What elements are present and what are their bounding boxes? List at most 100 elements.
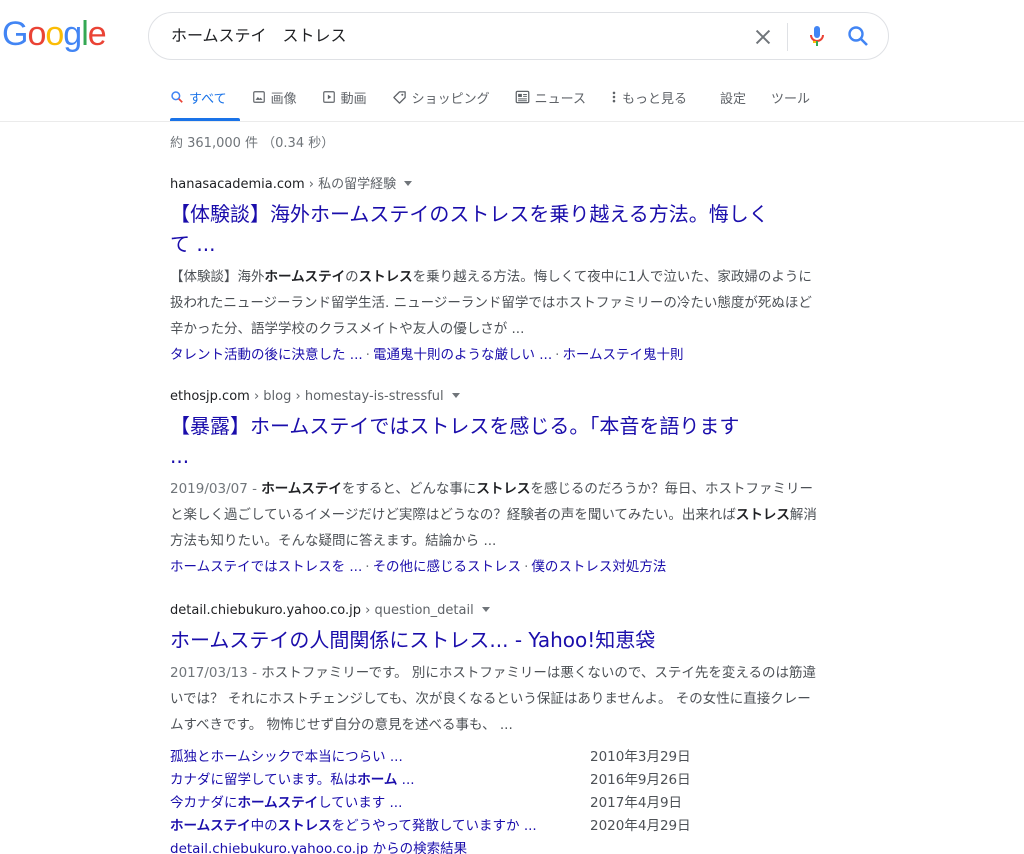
question-row: 今カナダにホームステイしています ... 2017年4月9日 <box>170 792 820 815</box>
result-sitelinks: タレント活動の後に決意した ... · 電通鬼十則のような厳しい ... · ホームステ… <box>170 344 820 366</box>
result-url[interactable]: hanasacademia.com › 私の留学経験 <box>170 176 820 194</box>
highlighted-term: ストレス <box>277 818 332 834</box>
highlighted-term: ストレス <box>358 269 413 285</box>
snippet-text: 今カナダに <box>170 795 238 811</box>
tab-tools[interactable]: ツール <box>771 84 810 110</box>
more-vert-icon <box>612 91 616 103</box>
divider <box>787 23 788 51</box>
question-link[interactable]: 今カナダにホームステイしています ... <box>170 792 590 815</box>
separator: · <box>555 347 560 363</box>
snippet-text: しています ... <box>318 795 403 811</box>
result-title[interactable]: 【体験談】海外ホームステイのストレスを乗り越える方法。悔しく て ... <box>170 199 820 259</box>
question-row: カナダに留学しています。私はホーム ... 2016年9月26日 <box>170 769 820 792</box>
tab-settings[interactable]: 設定 <box>720 84 746 110</box>
search-result: detail.chiebukuro.yahoo.co.jp › question… <box>170 602 820 854</box>
question-date: 2020年4月29日 <box>590 818 691 834</box>
tab-images[interactable]: 画像 <box>252 84 297 110</box>
tab-label: 動画 <box>340 91 367 107</box>
result-title-line: 【体験談】海外ホームステイのストレスを乗り越える方法。悔しく <box>170 202 769 226</box>
tag-icon <box>392 90 406 104</box>
result-title-line: ホームステイの人間関係にストレス... - Yahoo!知恵袋 <box>170 628 656 652</box>
highlighted-term: ホームステイ <box>170 818 251 834</box>
logo-letter: o <box>45 15 64 53</box>
sitelink[interactable]: タレント活動の後に決意した ... <box>170 347 363 363</box>
dropdown-arrow-icon[interactable] <box>404 181 413 186</box>
result-title-line: ... <box>170 444 190 468</box>
tab-videos[interactable]: 動画 <box>322 84 367 110</box>
tab-news[interactable]: ニュース <box>515 84 586 110</box>
search-icon <box>171 91 183 103</box>
snippet-text: 孤独とホームシックで本当につらい ... <box>170 749 403 765</box>
result-title[interactable]: ホームステイの人間関係にストレス... - Yahoo!知恵袋 <box>170 625 820 655</box>
sitelink[interactable]: 僕のストレス対処方法 <box>531 559 666 575</box>
result-title[interactable]: 【暴露】ホームステイではストレスを感じる。「本音を語ります ... <box>170 411 820 471</box>
question-date: 2010年3月29日 <box>590 749 691 765</box>
result-url[interactable]: detail.chiebukuro.yahoo.co.jp › question… <box>170 602 820 620</box>
tab-label: 設定 <box>720 91 747 107</box>
header-divider <box>0 121 1024 122</box>
logo-letter: o <box>27 15 46 53</box>
tab-label: ツール <box>771 91 811 107</box>
result-title-line: て ... <box>170 232 216 256</box>
result-snippet: 【体験談】海外ホームステイのストレスを乗り越える方法。悔しくて夜中に1人で泣いた… <box>170 264 820 342</box>
result-snippet: 2019/03/07 - ホームステイをすると、どんな事にストレスを感じるのだろ… <box>170 476 820 554</box>
snippet-text: 中の <box>250 818 278 834</box>
result-date: 2017/03/13 - <box>170 665 262 681</box>
question-row: ホームステイ中のストレスをどうやって発散していますか ... 2020年4月29日 <box>170 815 820 838</box>
tab-shopping[interactable]: ショッピング <box>392 84 490 110</box>
question-date: 2016年9月26日 <box>590 772 691 788</box>
sitelink[interactable]: ホームステイではストレスを ... <box>170 559 362 575</box>
result-snippet: 2017/03/13 - ホストファミリーです。 別にホストファミリーは悪くない… <box>170 660 820 738</box>
result-stats: 約 361,000 件 （0.34 秒） <box>170 136 335 151</box>
google-logo[interactable]: Google <box>2 14 107 54</box>
snippet-text: ... <box>397 772 415 788</box>
logo-letter: e <box>87 15 107 53</box>
result-domain: detail.chiebukuro.yahoo.co.jp <box>170 603 362 618</box>
snippet-text: 【体験談】海外 <box>170 269 265 285</box>
snippet-text: をどうやって発散していますか ... <box>331 818 537 834</box>
snippet-text: をすると、どんな事に <box>341 481 477 497</box>
highlighted-term: ホーム <box>357 772 398 788</box>
snippet-text: ホストファミリーです。 別にホストファミリーは悪くないので、ステイ先を変えるのは… <box>170 665 816 733</box>
tab-label: もっと見る <box>621 91 687 107</box>
search-box[interactable]: ホームステイ ストレス <box>148 12 889 60</box>
tab-label: 画像 <box>270 91 297 107</box>
microphone-icon[interactable] <box>805 24 829 48</box>
sitelink[interactable]: ホームステイ鬼十則 <box>562 347 683 363</box>
related-questions: 孤独とホームシックで本当につらい ... 2010年3月29日 カナダに留学していま… <box>170 746 820 838</box>
more-results-link[interactable]: detail.chiebukuro.yahoo.co.jp からの検索結果 <box>170 838 820 854</box>
search-result: ethosjp.com › blog › homestay-is-stressf… <box>170 388 820 578</box>
logo-letter: G <box>2 15 28 53</box>
logo-letter: g <box>63 15 82 53</box>
news-icon <box>515 90 529 104</box>
tab-label: ショッピング <box>411 91 490 107</box>
result-domain: hanasacademia.com <box>170 177 305 192</box>
dropdown-arrow-icon[interactable] <box>451 393 460 398</box>
snippet-text: の <box>345 269 359 285</box>
tab-all[interactable]: すべて <box>170 84 240 121</box>
question-row: 孤独とホームシックで本当につらい ... 2010年3月29日 <box>170 746 820 769</box>
separator: · <box>365 347 370 363</box>
question-link[interactable]: カナダに留学しています。私はホーム ... <box>170 769 590 792</box>
tab-label: すべて <box>189 91 227 107</box>
result-path: › blog › homestay-is-stressful <box>249 389 444 404</box>
search-input[interactable]: ホームステイ ストレス <box>171 13 347 59</box>
tab-more[interactable]: もっと見る <box>611 84 687 110</box>
dropdown-arrow-icon[interactable] <box>481 607 490 612</box>
clear-icon[interactable] <box>752 26 774 48</box>
video-icon <box>322 91 335 103</box>
result-domain: ethosjp.com <box>170 389 250 404</box>
question-date: 2017年4月9日 <box>590 795 683 811</box>
result-url[interactable]: ethosjp.com › blog › homestay-is-stressf… <box>170 388 820 406</box>
sitelink[interactable]: 電通鬼十則のような厳しい ... <box>373 347 552 363</box>
highlighted-term: ストレス <box>476 481 531 497</box>
highlighted-term: ホームステイ <box>264 269 346 285</box>
question-link[interactable]: 孤独とホームシックで本当につらい ... <box>170 746 590 769</box>
sitelink[interactable]: その他に感じるストレス <box>373 559 522 575</box>
image-icon <box>252 91 265 103</box>
highlighted-term: ホームステイ <box>237 795 319 811</box>
search-icon[interactable] <box>846 24 870 48</box>
result-path: › question_detail <box>361 603 474 618</box>
search-tabs: すべて 画像 動画 ショッピング ニュース もっと見る 設定 ツール <box>170 84 835 122</box>
question-link[interactable]: ホームステイ中のストレスをどうやって発散していますか ... <box>170 815 590 838</box>
